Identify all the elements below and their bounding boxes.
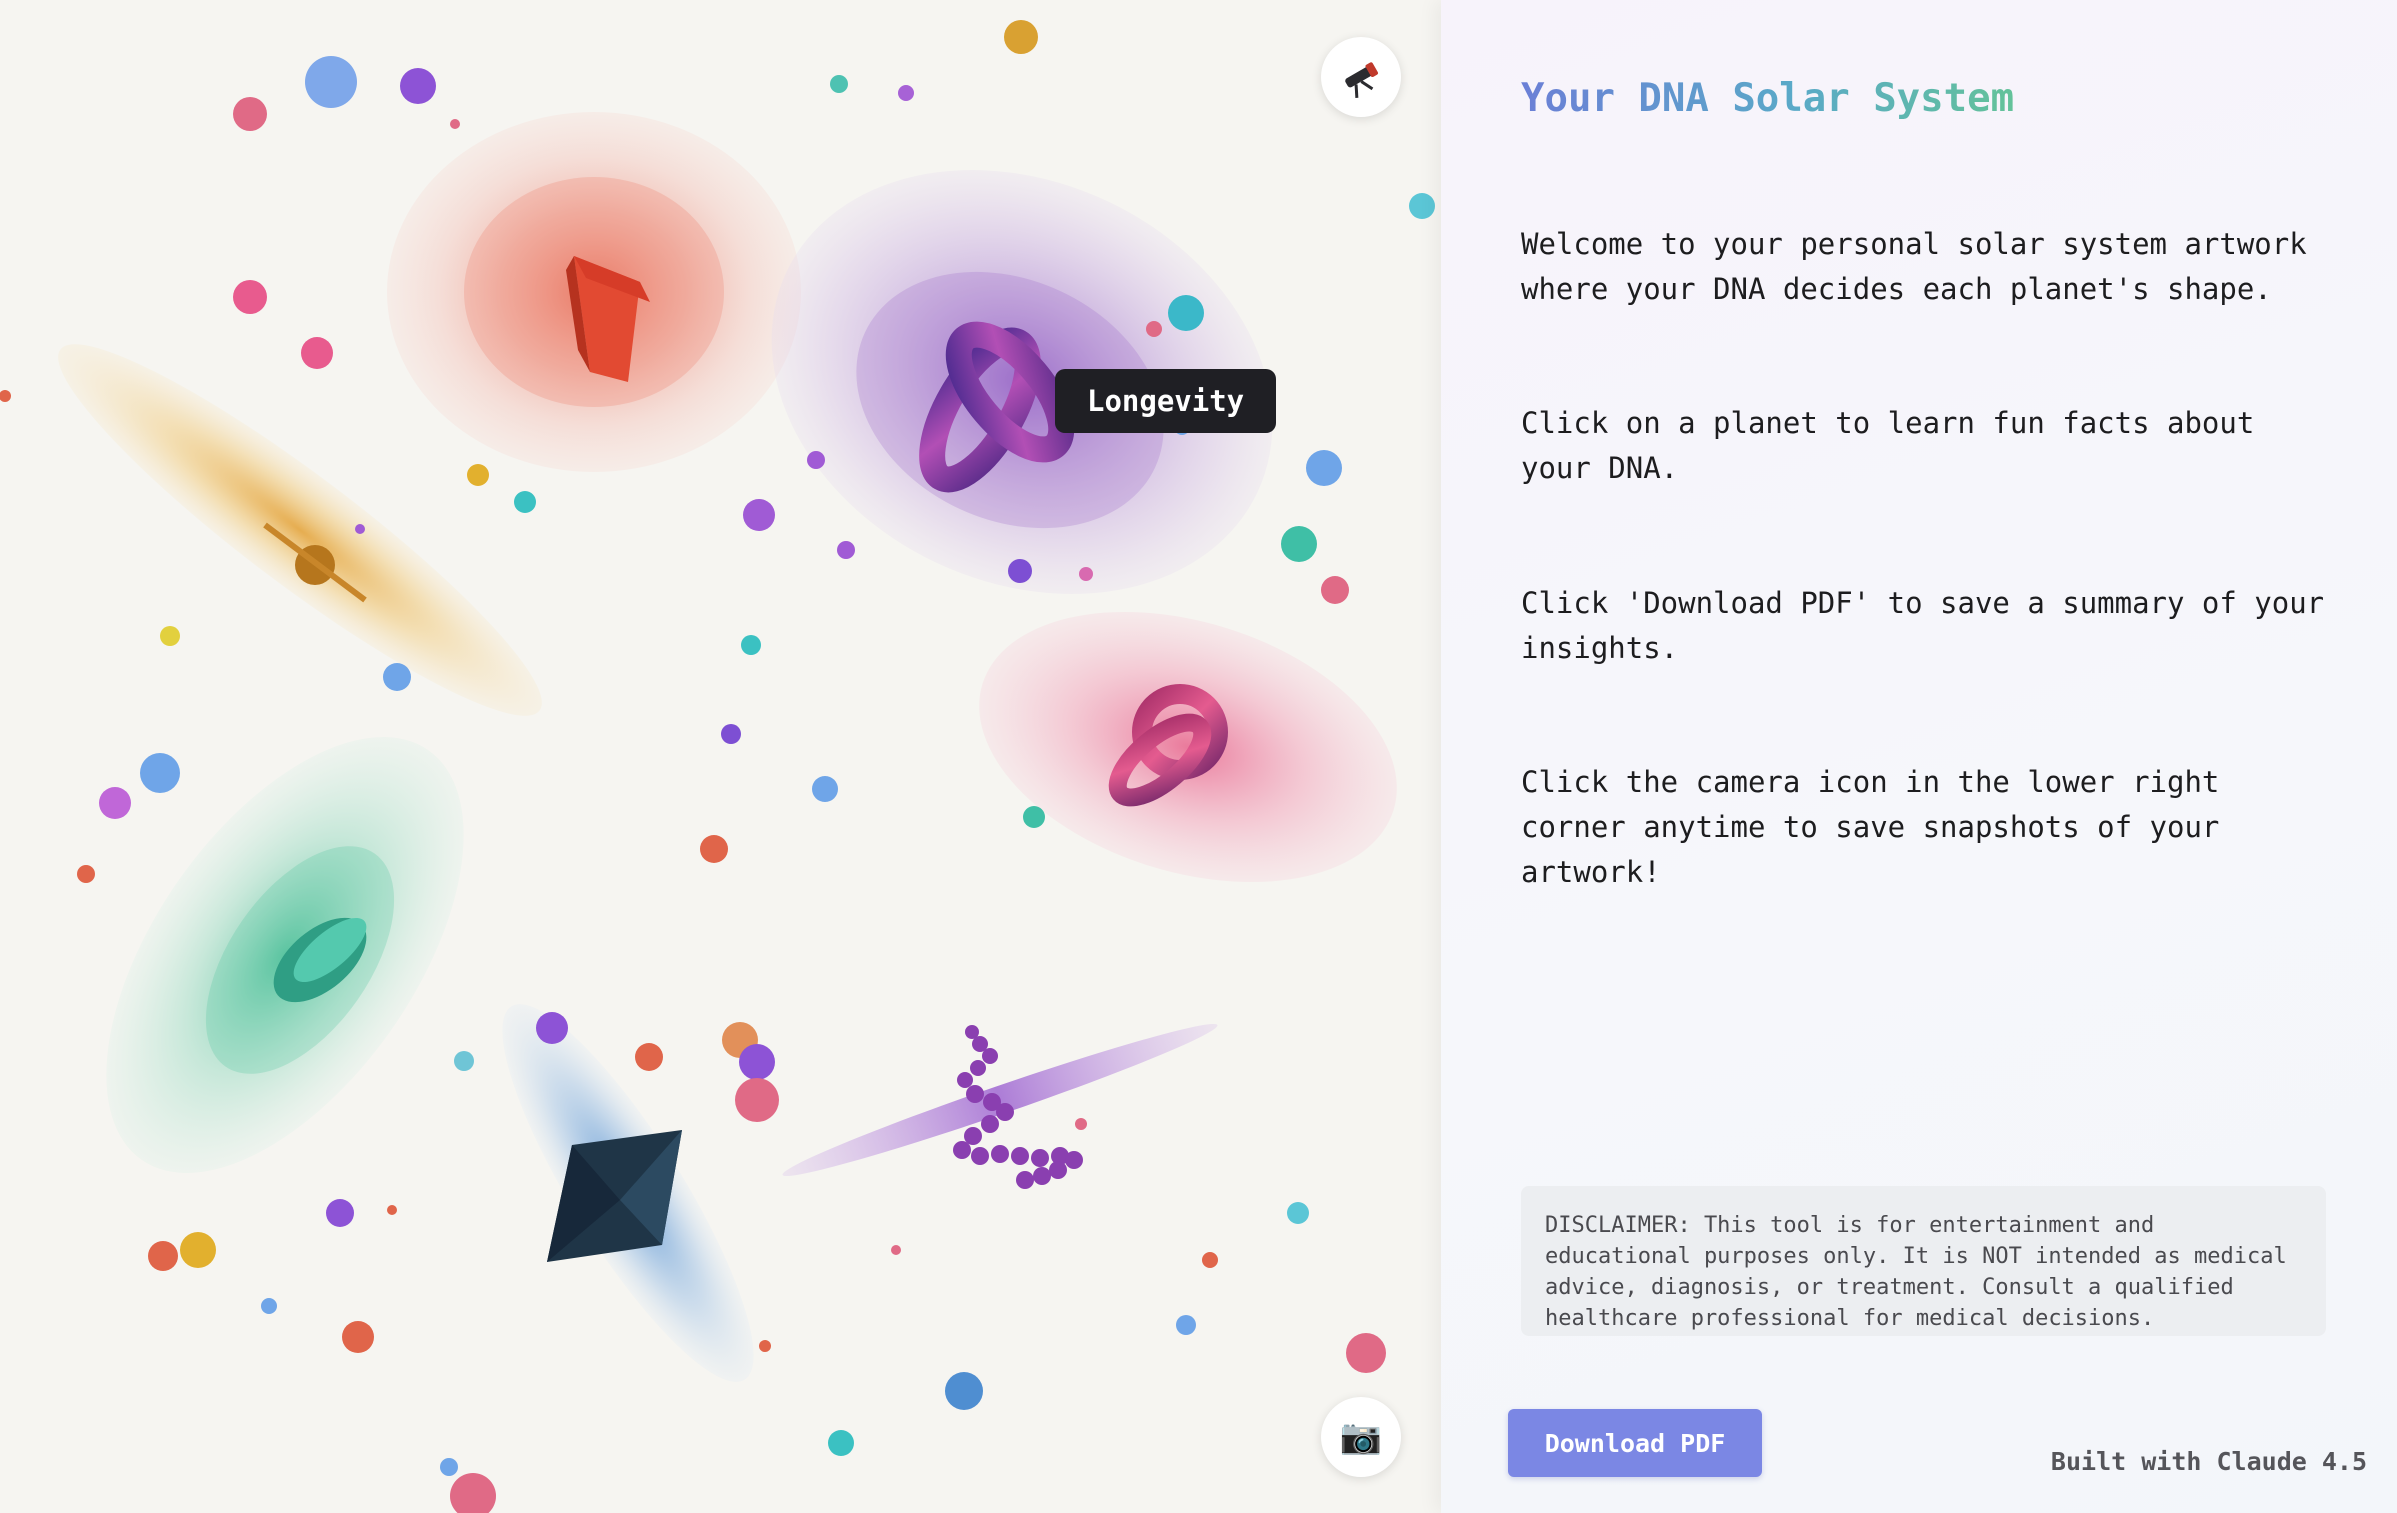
camera-button[interactable]: 📷 — [1321, 1397, 1401, 1477]
pink-planet-system[interactable] — [946, 565, 1430, 930]
telescope-button[interactable] — [1321, 37, 1401, 117]
camera-icon: 📷 — [1339, 1417, 1383, 1457]
intro-paragraph: Welcome to your personal solar system ar… — [1521, 227, 2307, 306]
red-planet-system[interactable] — [387, 112, 801, 472]
green-planet-system[interactable] — [35, 676, 535, 1235]
click-planet-paragraph: Click on a planet to learn fun facts abo… — [1521, 406, 2255, 485]
solar-system-canvas[interactable]: Longevity 📷 — [0, 0, 1441, 1513]
planet-tooltip: Longevity — [1055, 369, 1277, 433]
built-with-label: Built with Claude 4.5 — [2050, 1447, 2367, 1476]
disclaimer-box: DISCLAIMER: This tool is for entertainme… — [1521, 1186, 2326, 1336]
download-hint-paragraph: Click 'Download PDF' to save a summary o… — [1521, 586, 2325, 665]
scene-svg[interactable] — [0, 0, 1441, 1513]
download-pdf-button[interactable]: Download PDF — [1508, 1409, 1762, 1477]
violet-planet-system[interactable] — [778, 1012, 1222, 1189]
page-title: Your DNA Solar System — [1521, 76, 2015, 121]
info-panel: Your DNA Solar System Welcome to your pe… — [1441, 0, 2397, 1513]
telescope-icon — [1345, 62, 1378, 98]
camera-hint-paragraph: Click the camera icon in the lower right… — [1521, 765, 2220, 889]
